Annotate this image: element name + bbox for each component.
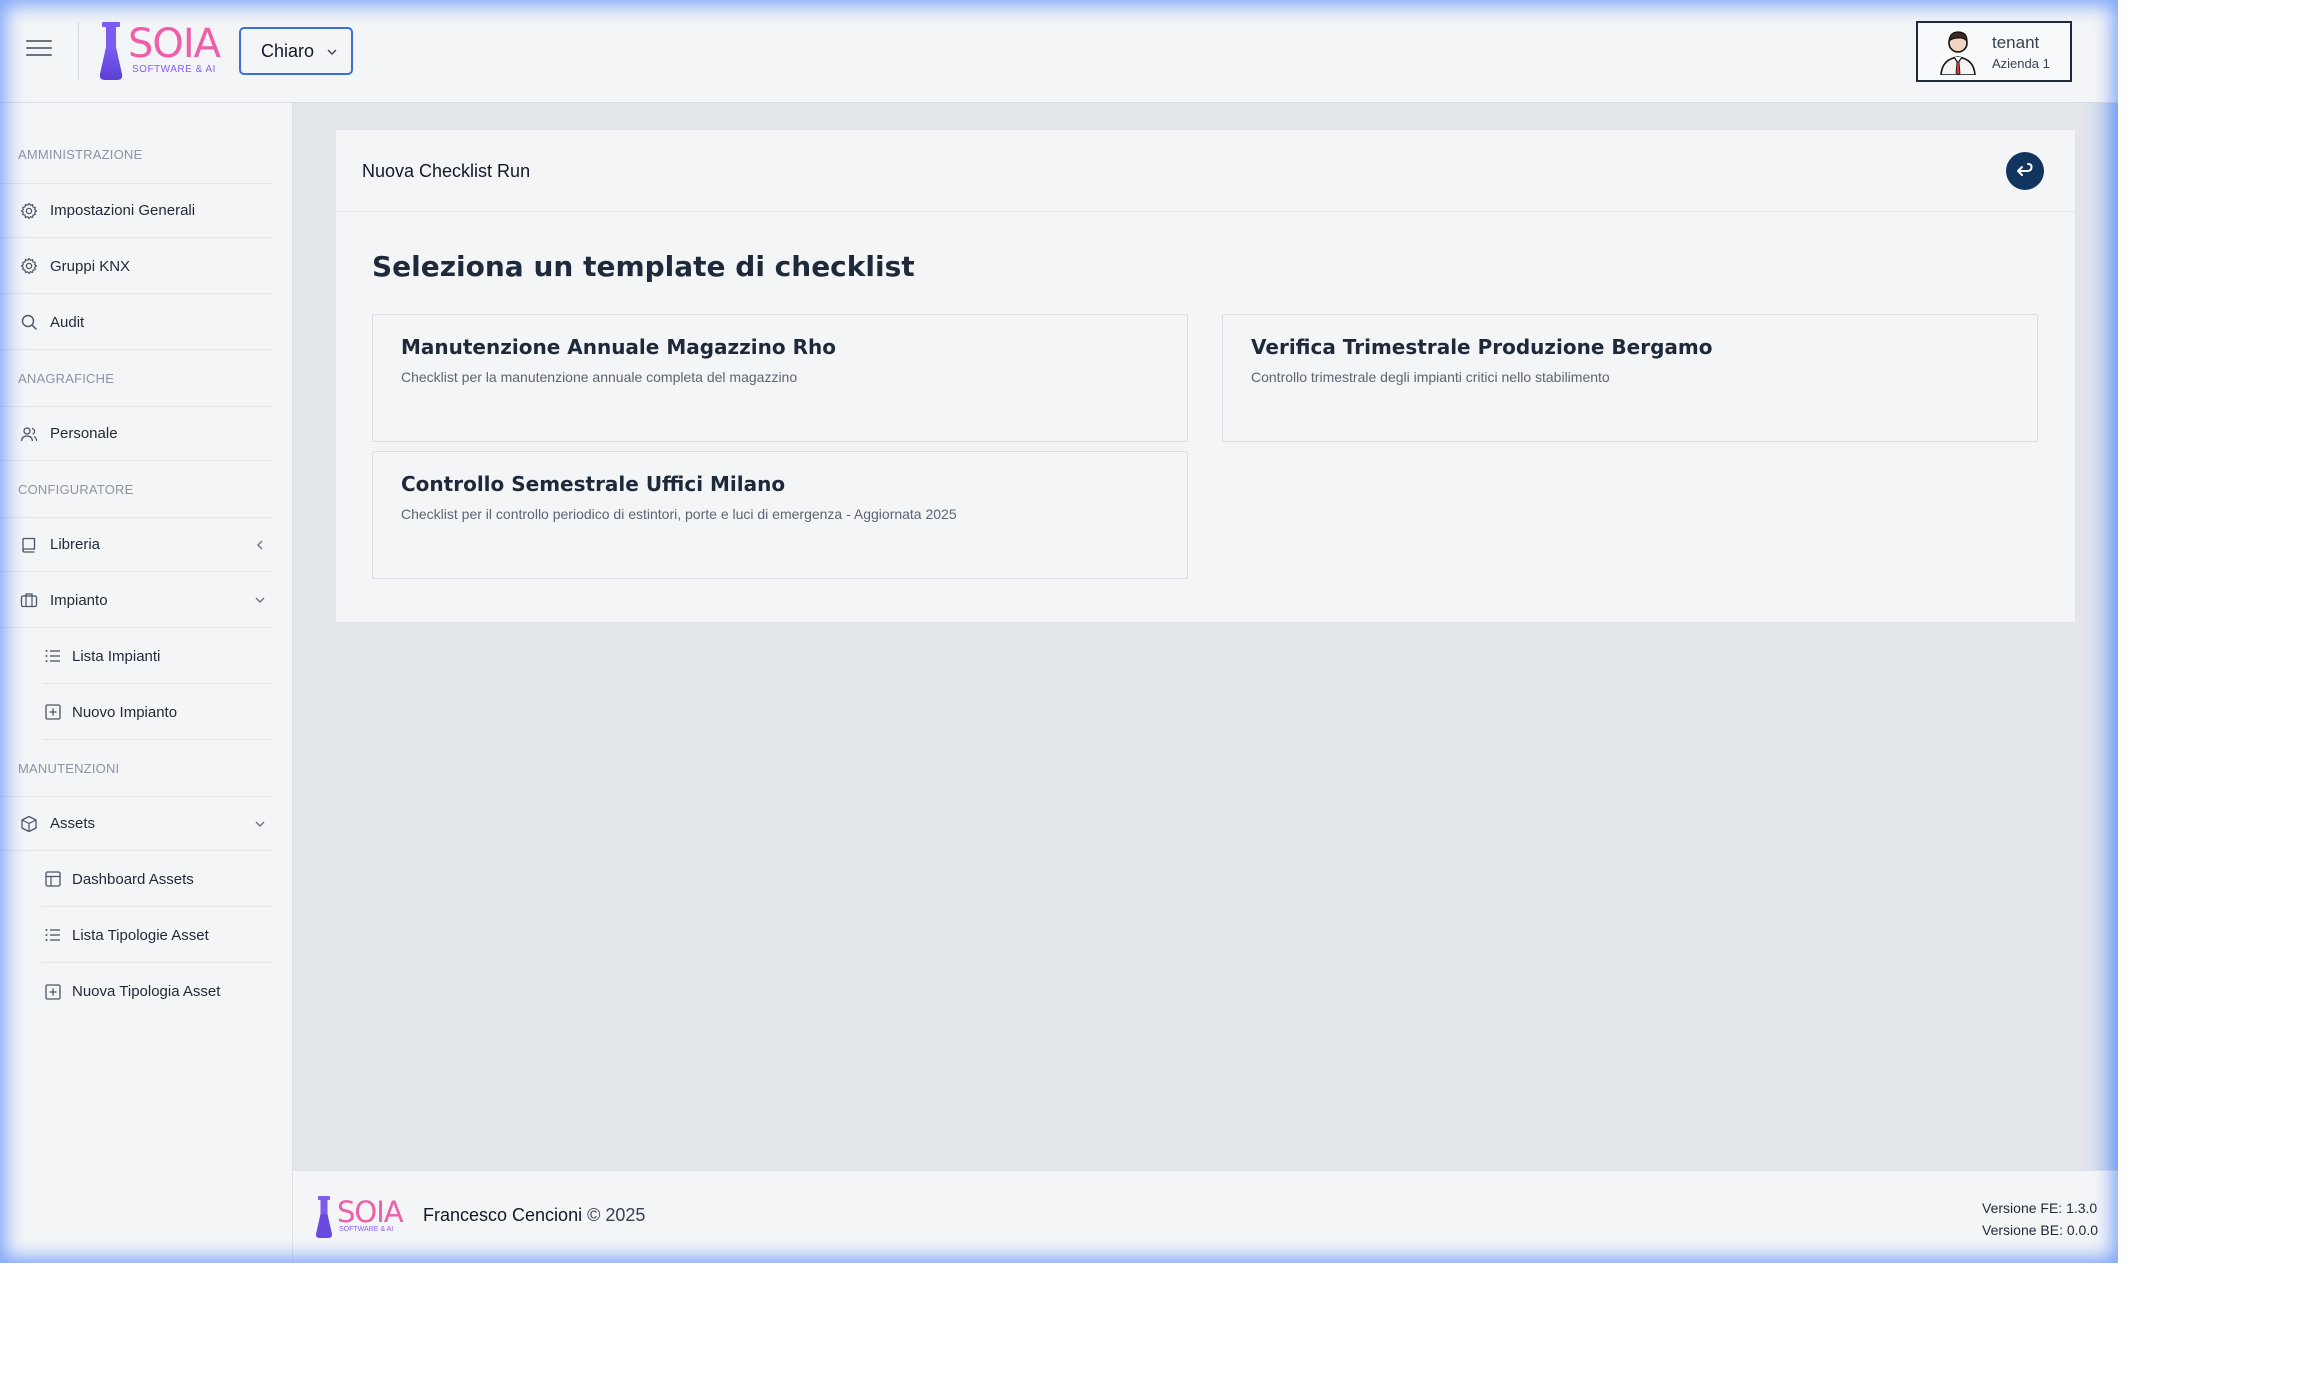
plus-square-icon [45, 704, 61, 720]
footer-logo: SOIA SOFTWARE & AI [315, 1196, 404, 1238]
template-name: Controllo Semestrale Uffici Milano [401, 472, 786, 496]
page-heading: Seleziona un template di checklist [372, 250, 915, 283]
sidebar-item-label: Lista Impianti [72, 647, 161, 665]
template-name: Verifica Trimestrale Produzione Bergamo [1251, 335, 1713, 359]
sidebar-item-label: Gruppi KNX [50, 257, 131, 275]
logo-subtitle: SOFTWARE & AI [132, 64, 216, 75]
card-header: Nuova Checklist Run [336, 130, 2075, 212]
user-name: tenant [1992, 33, 2040, 52]
section-title-manutenzioni: MANUTENZIONI [18, 761, 120, 776]
template-card[interactable]: Manutenzione Annuale Magazzino Rho Check… [372, 314, 1188, 442]
author-name: Francesco Cencioni [423, 1205, 583, 1225]
version-fe: Versione FE: 1.3.0 [1982, 1200, 2098, 1216]
chevron-left-icon [257, 540, 263, 549]
flask-icon [99, 22, 123, 80]
section-title-amministrazione: AMMINISTRAZIONE [18, 147, 143, 162]
sidebar-item-gruppi-knx[interactable]: Gruppi KNX [0, 239, 272, 294]
copyright: © 2025 [587, 1205, 646, 1225]
template-description: Checklist per la manutenzione annuale co… [401, 369, 798, 385]
book-icon [22, 537, 36, 553]
version-info: Versione FE: 1.3.0 Versione BE: 0.0.0 [1982, 1197, 2098, 1241]
sidebar-item-impianto[interactable]: Impianto [0, 573, 272, 628]
version-be: Versione BE: 0.0.0 [1982, 1222, 2098, 1238]
sidebar-item-label: Libreria [50, 536, 101, 553]
sidebar-item-lista-impianti[interactable]: Lista Impianti [42, 629, 272, 684]
user-menu[interactable]: tenant Azienda 1 [1916, 21, 2072, 82]
footer-logo-text: SOIA [337, 1195, 404, 1229]
user-company: Azienda 1 [1992, 56, 2050, 71]
flask-icon [315, 1196, 333, 1238]
sidebar-item-libreria[interactable]: Libreria [0, 517, 272, 572]
sidebar: AMMINISTRAZIONE Impostazioni Generali Gr… [0, 103, 293, 1263]
undo-arrow-icon [2017, 163, 2033, 176]
sidebar-item-label: Impianto [50, 591, 108, 609]
template-card[interactable]: Verifica Trimestrale Produzione Bergamo … [1222, 314, 2038, 442]
card-title: Nuova Checklist Run [362, 161, 531, 181]
gear-icon [20, 202, 38, 219]
footer: SOIA SOFTWARE & AI Francesco Cencioni © … [293, 1170, 2118, 1263]
chevron-down-icon [255, 821, 265, 827]
sidebar-item-lista-tipologie-asset[interactable]: Lista Tipologie Asset [42, 908, 272, 963]
theme-select[interactable]: Chiaro [239, 27, 353, 75]
sidebar-item-impostazioni-generali[interactable]: Impostazioni Generali [0, 183, 272, 238]
checklist-run-card: Nuova Checklist Run Seleziona un templat… [335, 129, 2076, 623]
back-button[interactable] [2006, 152, 2044, 190]
footer-logo-subtitle: SOFTWARE & AI [339, 1226, 394, 1233]
gear-icon [20, 257, 38, 275]
user-avatar-icon [1940, 31, 1976, 75]
theme-select-value: Chiaro [261, 41, 315, 61]
briefcase-icon [20, 593, 38, 608]
section-title-configuratore: CONFIGURATORE [18, 482, 134, 497]
template-description: Checklist per il controllo periodico di … [401, 506, 957, 522]
plus-square-icon [45, 983, 61, 1000]
list-icon [45, 650, 60, 662]
users-icon [20, 426, 38, 441]
search-icon [21, 314, 37, 330]
sidebar-item-nuovo-impianto[interactable]: Nuovo Impianto [42, 685, 272, 740]
sidebar-item-label: Nuova Tipologia Asset [72, 983, 221, 1000]
sidebar-item-label: Lista Tipologie Asset [72, 926, 209, 944]
layout-icon [45, 871, 61, 887]
section-title-anagrafiche: ANAGRAFICHE [18, 371, 115, 386]
sidebar-item-label: Personale [50, 425, 118, 442]
box-icon [21, 815, 37, 832]
sidebar-item-label: Dashboard Assets [72, 870, 194, 888]
sidebar-item-nuova-tipologia-asset[interactable]: Nuova Tipologia Asset [42, 964, 272, 1019]
template-description: Controllo trimestrale degli impianti cri… [1251, 369, 1610, 385]
chevron-down-icon [327, 49, 337, 55]
footer-author: Francesco Cencioni © 2025 [423, 1205, 645, 1226]
logo-text: SOIA [128, 21, 221, 67]
template-name: Manutenzione Annuale Magazzino Rho [401, 335, 836, 359]
sidebar-item-audit[interactable]: Audit [0, 295, 272, 350]
app-logo[interactable]: SOIA SOFTWARE & AI [98, 21, 221, 80]
sidebar-item-label: Impostazioni Generali [50, 202, 196, 219]
sidebar-item-label: Nuovo Impianto [72, 703, 178, 721]
sidebar-item-dashboard-assets[interactable]: Dashboard Assets [42, 852, 272, 907]
chevron-down-icon [255, 597, 265, 603]
sidebar-item-label: Assets [50, 815, 96, 832]
top-header: SOIA SOFTWARE & AI Chiaro tenant Azienda… [0, 0, 2118, 103]
header-divider [78, 22, 79, 80]
menu-toggle-icon[interactable] [26, 40, 52, 62]
list-icon [45, 929, 60, 941]
sidebar-item-assets[interactable]: Assets [0, 796, 272, 851]
sidebar-item-label: Audit [50, 313, 85, 331]
sidebar-item-personale[interactable]: Personale [0, 406, 272, 461]
app-window: SOIA SOFTWARE & AI Chiaro tenant Azienda… [0, 0, 2118, 1263]
template-card[interactable]: Controllo Semestrale Uffici Milano Check… [372, 451, 1188, 579]
